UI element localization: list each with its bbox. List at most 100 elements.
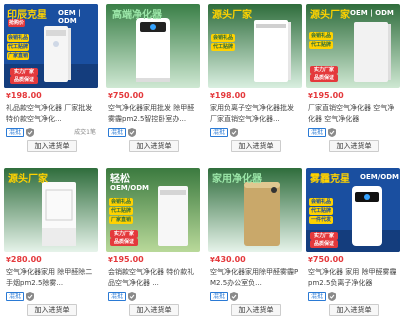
image-chip: 厂家直销 bbox=[109, 216, 133, 224]
image-chip: 代工贴牌 bbox=[109, 207, 133, 215]
product-title[interactable]: 空气净化器家用 除甲醛除二手烟pm2.5除雾... bbox=[6, 267, 96, 289]
product-card[interactable]: 源头厂家 ¥280.00 空气净化器家用 除甲醛除二手烟pm2.5除雾... 混… bbox=[4, 168, 98, 328]
add-to-cart-button[interactable]: 加入进货单 bbox=[329, 140, 379, 152]
product-card[interactable]: 印辰克星 OEM | ODM 抢购价 会销礼品 代工贴牌 广家直销 实力厂家 品… bbox=[4, 4, 98, 164]
mixed-batch-badge: 混批 bbox=[6, 128, 25, 137]
price-row: ¥198.00 bbox=[208, 90, 302, 101]
image-subhead: OEM/ODM bbox=[360, 173, 399, 181]
shield-icon bbox=[26, 292, 34, 301]
mixed-batch-badge: 混批 bbox=[108, 128, 127, 137]
price-row: ¥195.00 bbox=[306, 90, 400, 101]
image-chip: 代工贴牌 bbox=[211, 43, 235, 51]
product-image[interactable]: 家用净化器 bbox=[208, 168, 302, 252]
product-meta: 混批 bbox=[108, 128, 200, 138]
product-title[interactable]: 礼品款空气净化器 厂家批发特价款空气净化... bbox=[6, 103, 96, 125]
product-meta: 混批 bbox=[6, 292, 98, 302]
image-headline: 轻松 bbox=[110, 174, 130, 185]
price-row: ¥430.00 bbox=[208, 254, 302, 265]
product-meta: 混批 成交1笔 bbox=[6, 128, 98, 138]
product-image[interactable]: 源头厂家 bbox=[4, 168, 98, 252]
image-headline: 高端净化器 bbox=[112, 10, 162, 21]
product-card[interactable]: 源头厂家 会销礼品 代工贴牌 ¥198.00 家用负离子空气净化器批发 厂家直销… bbox=[208, 4, 302, 164]
shield-icon bbox=[128, 292, 136, 301]
image-chip: 代工贴牌 bbox=[7, 43, 29, 51]
price-row: ¥750.00 bbox=[106, 90, 200, 101]
image-tag: 抢购价 bbox=[8, 19, 26, 27]
product-meta: 混批 bbox=[210, 128, 302, 138]
add-to-cart-button[interactable]: 加入进货单 bbox=[27, 304, 77, 316]
price-row: ¥280.00 bbox=[4, 254, 98, 265]
image-chip: 会销礼品 bbox=[211, 34, 235, 42]
product-title[interactable]: 空气净化器 家用 除甲醛雾霾pm2.5负离子净化器 bbox=[308, 267, 398, 289]
product-price: ¥750.00 bbox=[108, 91, 144, 100]
mixed-batch-badge: 混批 bbox=[308, 128, 327, 137]
image-chip: 品质保证 bbox=[10, 76, 38, 84]
image-chip: 实力厂家 bbox=[310, 66, 338, 74]
mixed-batch-badge: 混批 bbox=[308, 292, 327, 301]
product-title[interactable]: 空气净化器家用除甲醛雾霾PM2.5办公室负... bbox=[210, 267, 300, 289]
price-row: ¥195.00 bbox=[106, 254, 200, 265]
image-chip: 一件代发 bbox=[309, 216, 333, 224]
image-chip: 实力厂家 bbox=[10, 68, 38, 76]
product-title[interactable]: 会销款空气净化器 特价款礼品空气净化器 ... bbox=[108, 267, 198, 289]
product-meta: 混批 bbox=[308, 292, 400, 302]
image-headline: 雾霾克星 bbox=[310, 174, 350, 185]
shield-icon bbox=[128, 128, 136, 137]
product-title[interactable]: 空气净化器家用批发 除甲醛雾霾pm2.5智控卧室办... bbox=[108, 103, 198, 125]
shield-icon bbox=[26, 128, 34, 137]
product-image[interactable]: 雾霾克星 OEM/ODM 会销礼品 代工贴牌 一件代发 实力厂家 品质保证 bbox=[306, 168, 400, 252]
product-price: ¥195.00 bbox=[108, 255, 144, 264]
shield-icon bbox=[328, 292, 336, 301]
product-price: ¥280.00 bbox=[6, 255, 42, 264]
add-to-cart-button[interactable]: 加入进货单 bbox=[231, 140, 281, 152]
image-subhead: OEM/ODM bbox=[110, 184, 149, 192]
product-image[interactable]: 高端净化器 bbox=[106, 4, 200, 88]
image-chip: 品质保证 bbox=[310, 74, 338, 82]
product-card[interactable]: 雾霾克星 OEM/ODM 会销礼品 代工贴牌 一件代发 实力厂家 品质保证 ¥7… bbox=[306, 168, 400, 328]
product-card[interactable]: 源头厂家 OEM | ODM 会销礼品 代工贴牌 实力厂家 品质保证 ¥195.… bbox=[306, 4, 400, 164]
image-chip: 代工贴牌 bbox=[309, 41, 333, 49]
add-to-cart-button[interactable]: 加入进货单 bbox=[329, 304, 379, 316]
image-chip: 实力厂家 bbox=[310, 232, 338, 240]
mixed-batch-badge: 混批 bbox=[210, 128, 229, 137]
product-image[interactable]: 轻松 OEM/ODM 会销礼品 代工贴牌 厂家直销 实力厂家 品质保证 bbox=[106, 168, 200, 252]
image-chip: 会销礼品 bbox=[309, 32, 333, 40]
product-price: ¥198.00 bbox=[210, 91, 246, 100]
image-chip: 品质保证 bbox=[110, 238, 138, 246]
shield-icon bbox=[230, 128, 238, 137]
product-price: ¥750.00 bbox=[308, 255, 344, 264]
image-headline: 源头厂家 bbox=[212, 10, 252, 21]
product-meta: 混批 bbox=[108, 292, 200, 302]
product-card[interactable]: 轻松 OEM/ODM 会销礼品 代工贴牌 厂家直销 实力厂家 品质保证 ¥195… bbox=[106, 168, 200, 328]
price-row: ¥198.00 bbox=[4, 90, 98, 101]
mixed-batch-badge: 混批 bbox=[6, 292, 25, 301]
product-image[interactable]: 源头厂家 会销礼品 代工贴牌 bbox=[208, 4, 302, 88]
shield-icon bbox=[328, 128, 336, 137]
add-to-cart-button[interactable]: 加入进货单 bbox=[231, 304, 281, 316]
add-to-cart-button[interactable]: 加入进货单 bbox=[129, 140, 179, 152]
image-chip: 会销礼品 bbox=[7, 34, 29, 42]
image-headline: 家用净化器 bbox=[212, 174, 262, 185]
product-price: ¥198.00 bbox=[6, 91, 42, 100]
product-image[interactable]: 源头厂家 OEM | ODM 会销礼品 代工贴牌 实力厂家 品质保证 bbox=[306, 4, 400, 88]
image-chip: 会销礼品 bbox=[109, 198, 133, 206]
product-image[interactable]: 印辰克星 OEM | ODM 抢购价 会销礼品 代工贴牌 广家直销 实力厂家 品… bbox=[4, 4, 98, 88]
image-chip: 实力厂家 bbox=[110, 230, 138, 238]
mixed-batch-badge: 混批 bbox=[210, 292, 229, 301]
mixed-batch-badge: 混批 bbox=[108, 292, 127, 301]
product-card[interactable]: 家用净化器 ¥430.00 空气净化器家用除甲醛雾霾PM2.5办公室负... 混… bbox=[208, 168, 302, 328]
image-subhead: OEM | ODM bbox=[58, 9, 81, 25]
add-to-cart-button[interactable]: 加入进货单 bbox=[27, 140, 77, 152]
product-card[interactable]: 高端净化器 ¥750.00 空气净化器家用批发 除甲醛雾霾pm2.5智控卧室办.… bbox=[106, 4, 200, 164]
image-chip: 会销礼品 bbox=[309, 198, 333, 206]
image-subhead: OEM | ODM bbox=[350, 9, 394, 17]
image-chip: 广家直销 bbox=[7, 52, 29, 60]
price-row: ¥750.00 bbox=[306, 254, 400, 265]
product-title[interactable]: 厂家直销空气净化器 空气净化器 空气净化器 bbox=[308, 103, 398, 125]
product-meta: 混批 bbox=[308, 128, 400, 138]
sales-count: 成交1笔 bbox=[74, 129, 96, 136]
image-headline: 源头厂家 bbox=[310, 10, 350, 21]
add-to-cart-button[interactable]: 加入进货单 bbox=[129, 304, 179, 316]
image-chip: 代工贴牌 bbox=[309, 207, 333, 215]
product-title[interactable]: 家用负离子空气净化器批发 厂家直销空气净化器... bbox=[210, 103, 300, 125]
